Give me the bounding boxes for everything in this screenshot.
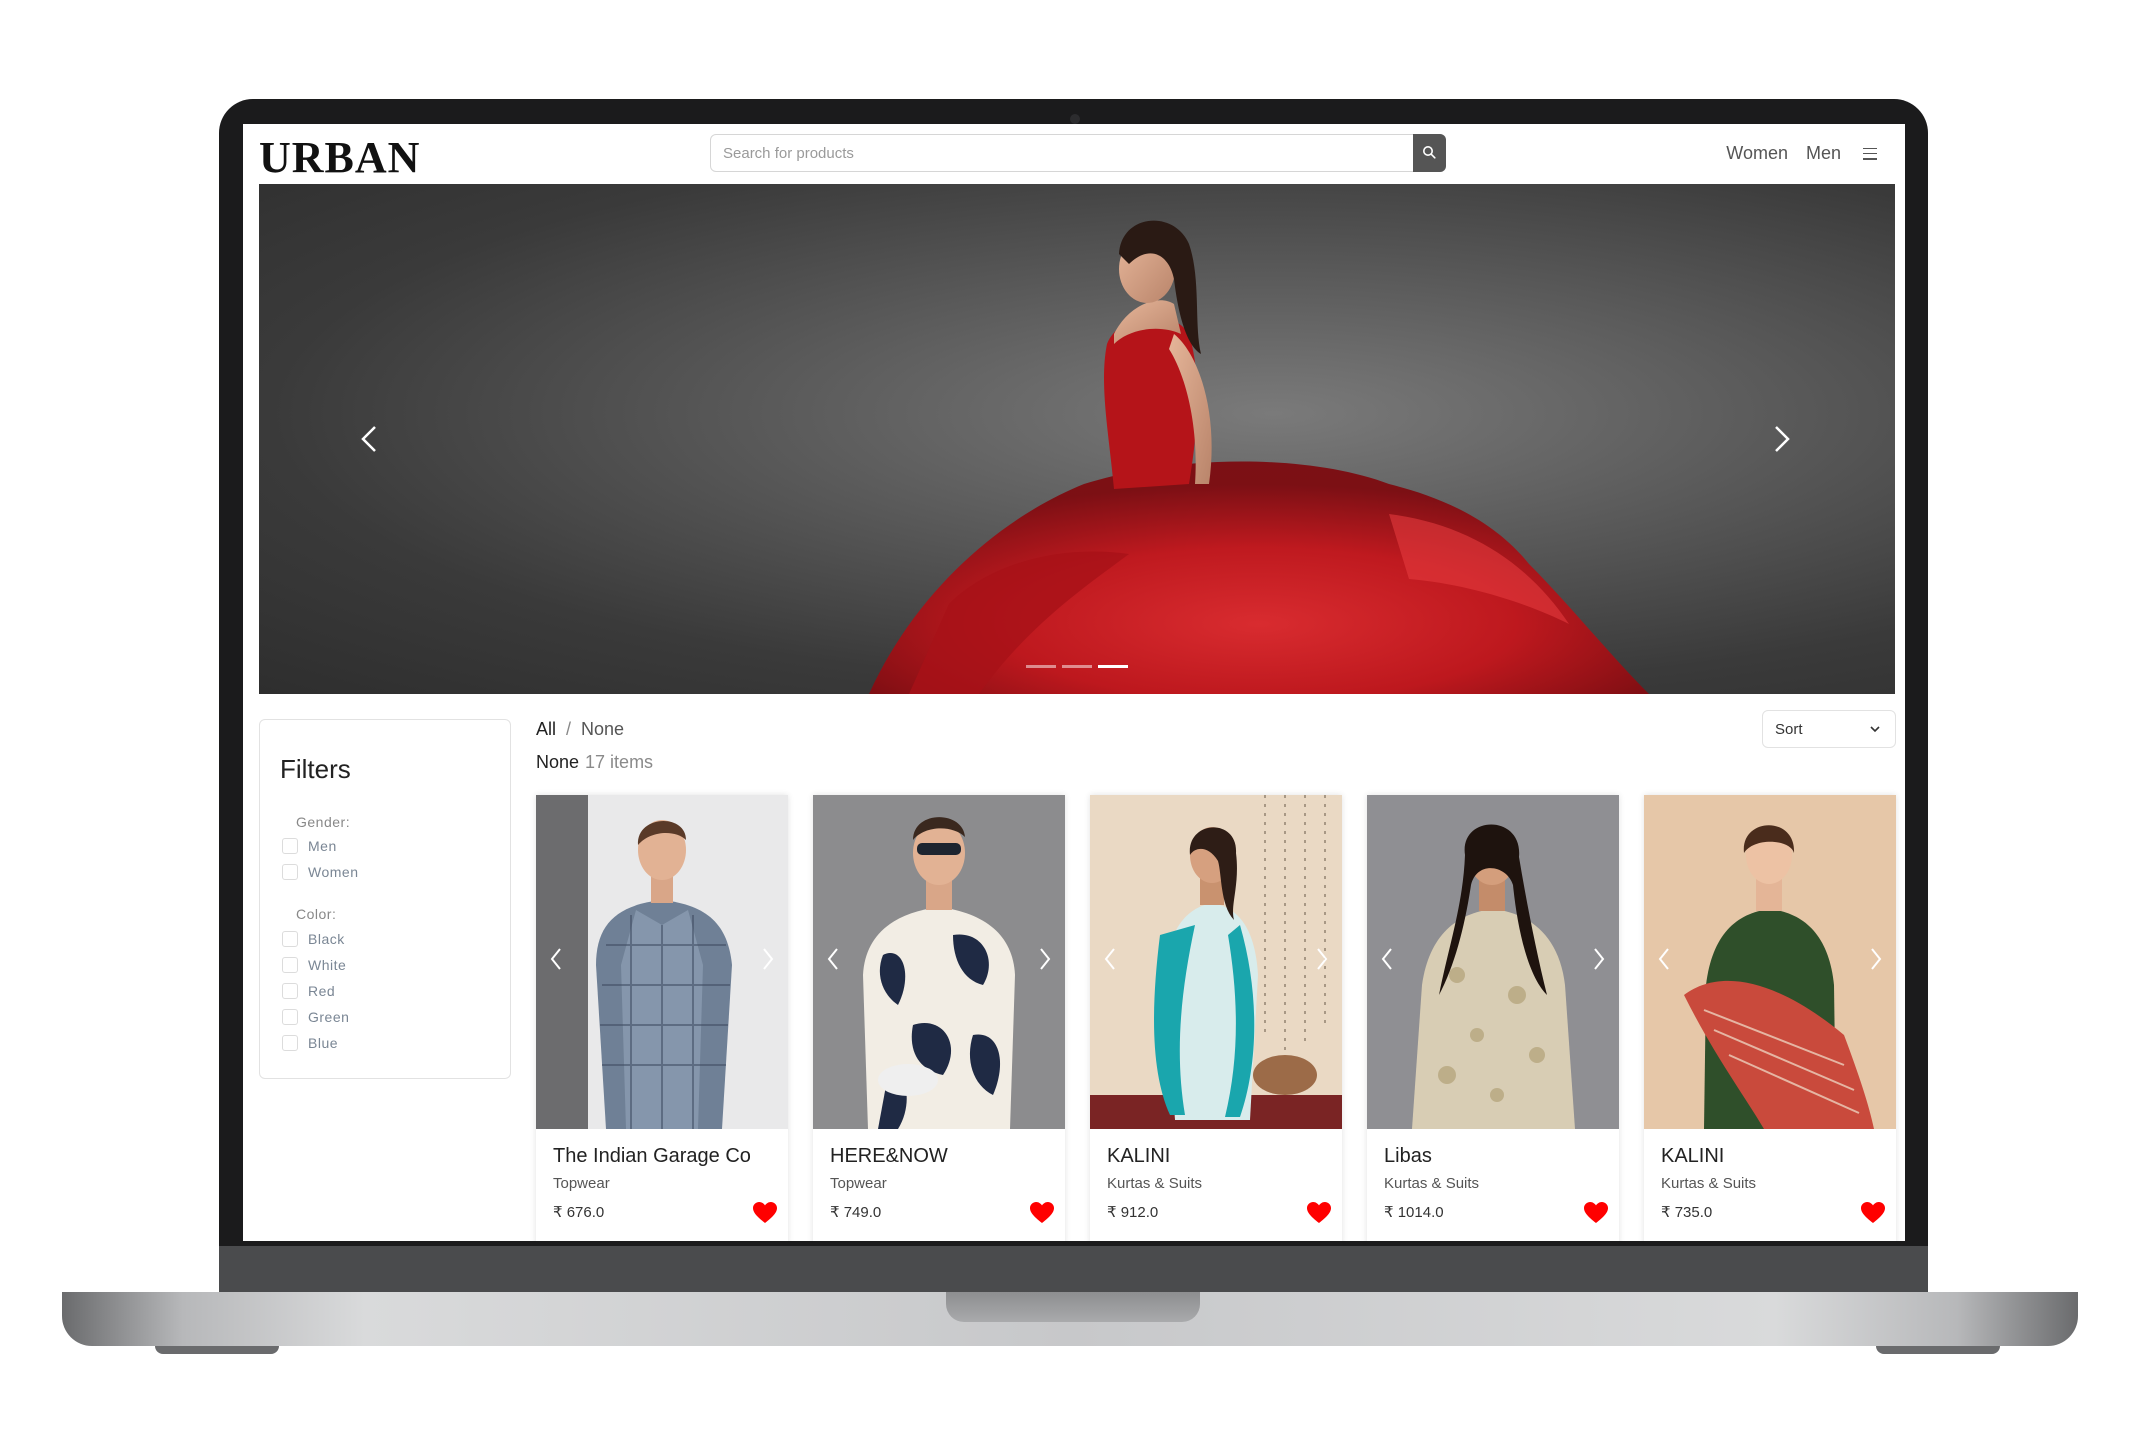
- nav-links: Women Men: [1726, 143, 1877, 164]
- nav-link-men[interactable]: Men: [1806, 143, 1841, 164]
- filters-title: Filters: [280, 754, 351, 784]
- item-count: 17 items: [585, 752, 654, 772]
- chevron-right-icon[interactable]: [1314, 945, 1330, 973]
- laptop-notch: [946, 1292, 1200, 1322]
- checkbox[interactable]: [282, 931, 298, 947]
- carousel-indicator-2[interactable]: [1062, 665, 1092, 668]
- breadcrumb-all[interactable]: All: [536, 719, 556, 740]
- product-category: Kurtas & Suits: [1661, 1175, 1757, 1192]
- chevron-right-icon[interactable]: [1037, 945, 1053, 973]
- screen: URBAN Women Men: [243, 124, 1905, 1241]
- laptop-bezel-bottom: [219, 1246, 1928, 1296]
- filter-option-label: White: [308, 957, 347, 973]
- breadcrumb-current: None: [581, 719, 625, 739]
- checkbox[interactable]: [282, 957, 298, 973]
- product-card[interactable]: KALINI Kurtas & Suits ₹ 735.0: [1644, 795, 1896, 1241]
- filter-gender-men[interactable]: Men: [282, 838, 337, 854]
- chevron-right-icon[interactable]: [1868, 945, 1884, 973]
- category-name: None: [536, 752, 580, 772]
- checkbox[interactable]: [282, 838, 298, 854]
- product-brand[interactable]: Libas: [1384, 1145, 1432, 1168]
- hamburger-icon[interactable]: [1863, 147, 1877, 160]
- heart-icon[interactable]: [752, 1201, 778, 1225]
- search-button[interactable]: [1413, 134, 1446, 172]
- filter-color-green[interactable]: Green: [282, 1009, 349, 1025]
- search-bar: [710, 134, 1446, 172]
- filters-panel: Filters Gender: Men Women Color: Black W…: [259, 719, 511, 1079]
- product-image: [536, 795, 788, 1129]
- filter-option-label: Blue: [308, 1035, 339, 1051]
- filter-color-black[interactable]: Black: [282, 931, 345, 947]
- product-image: [813, 795, 1065, 1129]
- chevron-right-icon[interactable]: [760, 945, 776, 973]
- checkbox[interactable]: [282, 1035, 298, 1051]
- nav-link-women[interactable]: Women: [1726, 143, 1788, 164]
- product-category: Kurtas & Suits: [1384, 1175, 1480, 1192]
- product-brand[interactable]: HERE&NOW: [830, 1145, 948, 1168]
- checkbox[interactable]: [282, 983, 298, 999]
- heart-icon[interactable]: [1860, 1201, 1886, 1225]
- product-brand[interactable]: KALINI: [1661, 1145, 1724, 1168]
- chevron-down-icon: [1870, 726, 1880, 733]
- sort-dropdown[interactable]: Sort: [1762, 710, 1896, 748]
- product-category: Topwear: [553, 1175, 610, 1192]
- laptop-foot-right: [1876, 1346, 2000, 1354]
- product-card[interactable]: The Indian Garage Co Topwear ₹ 676.0: [536, 795, 788, 1241]
- chevron-left-icon[interactable]: [1379, 945, 1395, 973]
- carousel-indicators: [1026, 665, 1128, 668]
- product-image: [1367, 795, 1619, 1129]
- filter-color-red[interactable]: Red: [282, 983, 335, 999]
- chevron-left-icon[interactable]: [548, 945, 564, 973]
- hero-image: [869, 220, 1649, 694]
- product-brand[interactable]: KALINI: [1107, 1145, 1170, 1168]
- breadcrumb-separator: /: [566, 719, 572, 739]
- filter-gender-women[interactable]: Women: [282, 864, 358, 880]
- chevron-left-icon[interactable]: [1102, 945, 1118, 973]
- product-price: ₹ 676.0: [553, 1204, 605, 1221]
- heart-icon[interactable]: [1583, 1201, 1609, 1225]
- checkbox[interactable]: [282, 1009, 298, 1025]
- filter-option-label: Red: [308, 983, 336, 999]
- search-icon: [1423, 146, 1436, 159]
- camera-dot: [1070, 114, 1080, 124]
- color-label: Color:: [296, 906, 337, 922]
- product-card[interactable]: HERE&NOW Topwear ₹ 749.0: [813, 795, 1065, 1241]
- chevron-right-icon[interactable]: [1591, 945, 1607, 973]
- checkbox[interactable]: [282, 864, 298, 880]
- product-brand[interactable]: The Indian Garage Co: [553, 1145, 751, 1168]
- chevron-left-icon[interactable]: [355, 419, 385, 459]
- chevron-left-icon[interactable]: [825, 945, 841, 973]
- product-category: Kurtas & Suits: [1107, 1175, 1203, 1192]
- product-price: ₹ 1014.0: [1384, 1204, 1444, 1221]
- carousel-indicator-3[interactable]: [1098, 665, 1128, 668]
- sort-label: Sort: [1775, 721, 1803, 738]
- chevron-right-icon[interactable]: [1766, 419, 1796, 459]
- hero-carousel: [259, 184, 1895, 694]
- heart-icon[interactable]: [1306, 1201, 1332, 1225]
- product-price: ₹ 735.0: [1661, 1204, 1713, 1221]
- product-card[interactable]: KALINI Kurtas & Suits ₹ 912.0: [1090, 795, 1342, 1241]
- chevron-left-icon[interactable]: [1656, 945, 1672, 973]
- filter-color-blue[interactable]: Blue: [282, 1035, 338, 1051]
- filter-option-label: Women: [308, 864, 359, 880]
- product-price: ₹ 749.0: [830, 1204, 882, 1221]
- search-input[interactable]: [711, 135, 1401, 171]
- filter-option-label: Black: [308, 931, 345, 947]
- product-image: [1090, 795, 1342, 1129]
- category-heading: None 17 items: [536, 752, 653, 773]
- filter-color-white[interactable]: White: [282, 957, 346, 973]
- product-image: [1644, 795, 1896, 1129]
- breadcrumb: All / None: [536, 719, 624, 740]
- filter-option-label: Men: [308, 838, 337, 854]
- carousel-indicator-1[interactable]: [1026, 665, 1056, 668]
- filter-option-label: Green: [308, 1009, 350, 1025]
- product-price: ₹ 912.0: [1107, 1204, 1159, 1221]
- product-grid: The Indian Garage Co Topwear ₹ 676.0 HER…: [536, 795, 1896, 1241]
- heart-icon[interactable]: [1029, 1201, 1055, 1225]
- gender-label: Gender:: [296, 814, 351, 830]
- product-category: Topwear: [830, 1175, 887, 1192]
- laptop-foot-left: [155, 1346, 279, 1354]
- logo[interactable]: URBAN: [259, 132, 420, 183]
- product-card[interactable]: Libas Kurtas & Suits ₹ 1014.0: [1367, 795, 1619, 1241]
